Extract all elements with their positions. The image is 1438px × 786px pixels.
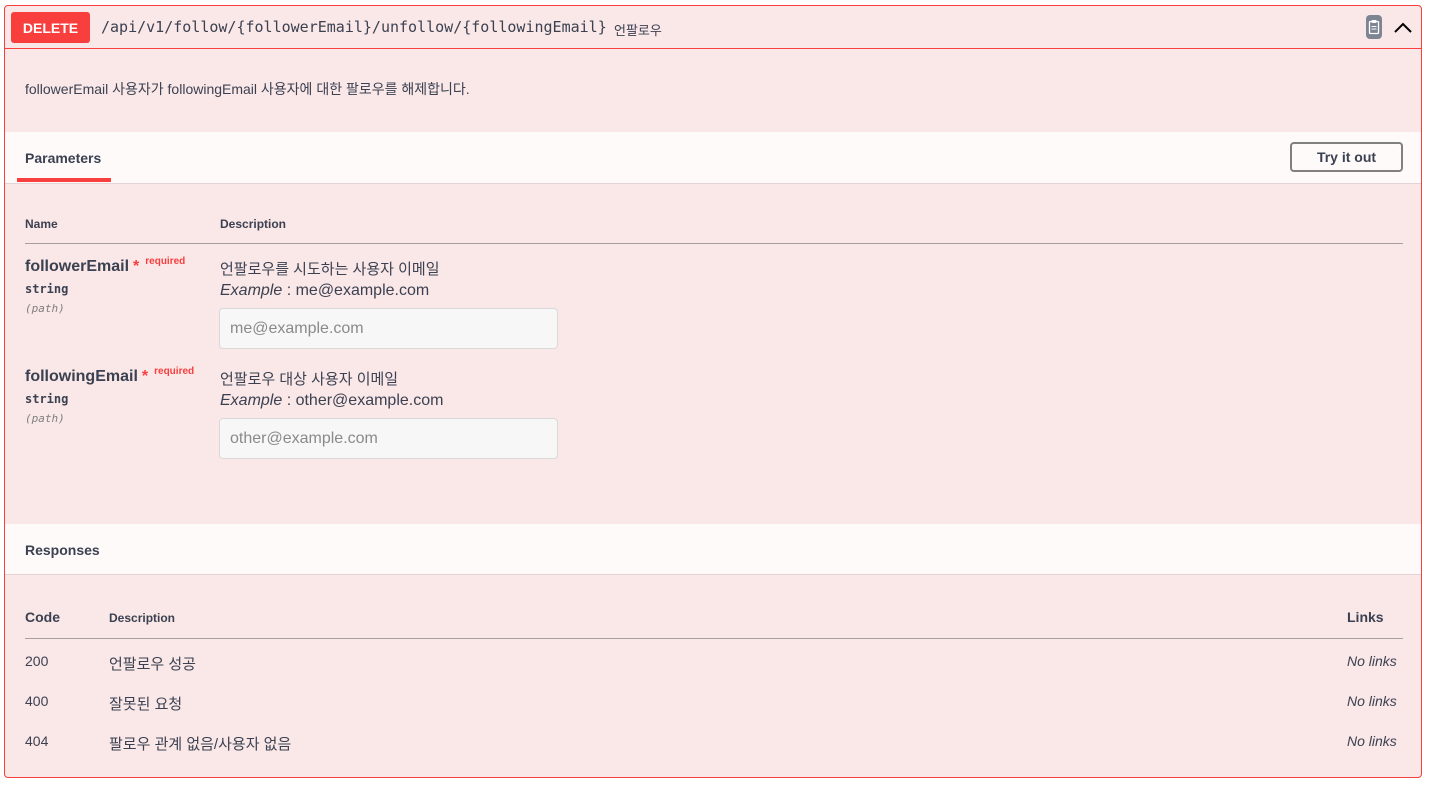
param-name-text: followerEmail <box>25 258 130 275</box>
follower-email-input[interactable] <box>219 308 558 349</box>
param-example: Example : other@example.com <box>220 392 443 410</box>
column-header-name: Name <box>25 217 58 231</box>
response-description: 팔로우 관계 없음/사용자 없음 <box>109 736 292 753</box>
chevron-up-icon <box>1394 22 1412 33</box>
example-value: : other@example.com <box>282 392 444 409</box>
copy-path-button[interactable] <box>1366 15 1382 39</box>
required-star: * <box>141 368 149 385</box>
tab-parameters[interactable]: Parameters <box>25 150 101 166</box>
operation-summary[interactable]: DELETE /api/v1/follow/{followerEmail}/un… <box>5 6 1421 49</box>
param-type: string <box>25 392 69 406</box>
responses-divider <box>25 638 1403 639</box>
column-header-response-description: Description <box>109 611 176 625</box>
responses-title: Responses <box>25 542 100 558</box>
response-code: 404 <box>25 733 49 749</box>
param-location: (path) <box>25 412 65 425</box>
required-label: required <box>145 256 186 267</box>
example-label: Example <box>220 282 283 299</box>
param-description: 언팔로우 대상 사용자 이메일 <box>220 371 399 388</box>
response-description: 언팔로우 성공 <box>109 656 196 673</box>
response-code: 200 <box>25 653 49 669</box>
response-description: 잘못된 요청 <box>109 696 183 713</box>
example-label: Example <box>220 392 283 409</box>
param-name-follower-email: followerEmail * required <box>25 256 186 276</box>
method-badge: DELETE <box>11 12 90 43</box>
param-name-following-email: followingEmail * required <box>25 366 195 386</box>
operation-path: /api/v1/follow/{followerEmail}/unfollow/… <box>101 18 607 36</box>
parameters-divider <box>25 243 1403 244</box>
response-links: No links <box>1347 653 1397 669</box>
clipboard-icon <box>1368 20 1380 35</box>
column-header-description: Description <box>220 217 287 231</box>
tab-active-underline <box>17 178 111 182</box>
param-location: (path) <box>25 302 65 315</box>
try-it-out-button[interactable]: Try it out <box>1290 142 1403 172</box>
collapse-button[interactable] <box>1391 16 1415 40</box>
required-star: * <box>133 258 140 275</box>
parameters-header: Parameters Try it out <box>5 132 1421 184</box>
operation-summary-text: 언팔로우 <box>614 23 662 38</box>
param-description: 언팔로우를 시도하는 사용자 이메일 <box>220 261 440 278</box>
responses-header: Responses <box>5 524 1421 575</box>
required-label: required <box>154 366 195 377</box>
operation-description: followerEmail 사용자가 followingEmail 사용자에 대… <box>25 81 470 97</box>
example-value: : me@example.com <box>282 282 430 299</box>
param-type: string <box>25 282 69 296</box>
column-header-code: Code <box>25 609 60 625</box>
param-example: Example : me@example.com <box>220 282 429 300</box>
response-links: No links <box>1347 693 1397 709</box>
param-name-text: followingEmail <box>25 368 138 385</box>
column-header-links: Links <box>1347 609 1384 625</box>
delete-operation-block: DELETE /api/v1/follow/{followerEmail}/un… <box>4 5 1422 778</box>
response-links: No links <box>1347 733 1397 749</box>
following-email-input[interactable] <box>219 418 558 459</box>
response-code: 400 <box>25 693 49 709</box>
